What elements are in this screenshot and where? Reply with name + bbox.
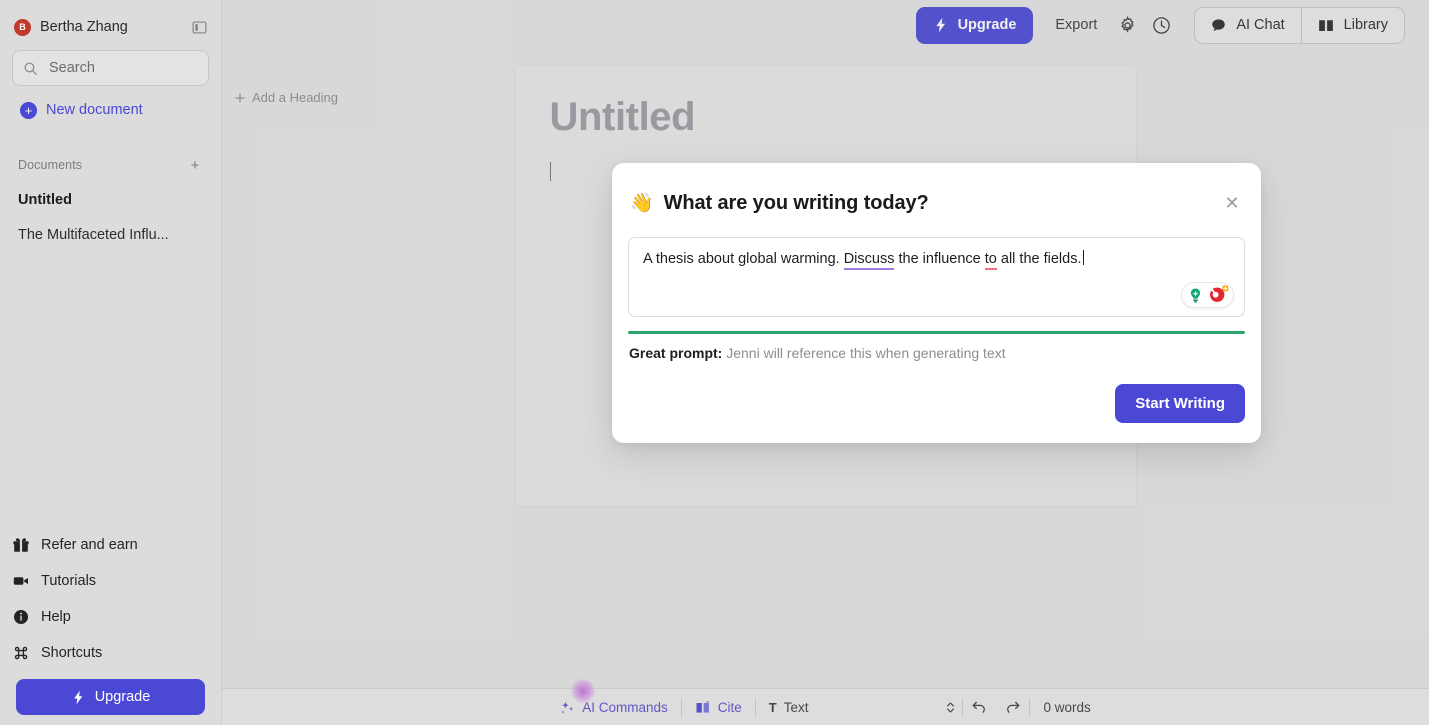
prompt-segment-plain-2: the influence (894, 251, 985, 267)
list-item[interactable]: The Multifaceted Influ... (8, 217, 213, 252)
plus-circle-icon: + (20, 101, 37, 119)
search-icon (23, 61, 40, 76)
writing-prompt-modal: 👋 What are you writing today? ✕ A thesis… (612, 163, 1261, 443)
waving-hand-icon: 👋 (630, 193, 654, 214)
prompt-grammar-suggestion[interactable]: Discuss (843, 251, 895, 270)
sidebar-item-help[interactable]: Help (4, 599, 217, 635)
sidebar-item-tutorials[interactable]: Tutorials (4, 563, 217, 599)
new-document-label: New document (46, 102, 143, 118)
documents-section-header: Documents + (18, 154, 203, 176)
prompt-spelling-suggestion[interactable]: to (984, 251, 997, 270)
video-camera-icon (12, 573, 30, 589)
modal-title: What are you writing today? (663, 191, 929, 214)
grammar-assistant-badges[interactable] (1181, 282, 1234, 308)
sidebar-user-row[interactable]: B Bertha Zhang (8, 10, 213, 44)
sidebar-item-shortcuts[interactable]: Shortcuts (4, 635, 217, 671)
text-caret (1082, 250, 1084, 265)
sidebar-bottom: Refer and earn Tutorials Help Shortcuts … (0, 527, 221, 725)
sidebar-item-label: Shortcuts (41, 645, 103, 661)
gift-icon (12, 537, 30, 553)
app-root: B Bertha Zhang + N (0, 0, 1429, 725)
search-input[interactable] (49, 60, 198, 76)
info-circle-icon (12, 609, 30, 625)
sidebar-item-label: Tutorials (41, 573, 97, 589)
sidebar-item-label: Refer and earn (41, 537, 138, 553)
sidebar-upgrade-label: Upgrade (94, 689, 151, 705)
add-document-icon[interactable]: + (187, 157, 203, 173)
modal-actions: Start Writing (628, 384, 1245, 423)
prompt-quality-progress-fill (628, 331, 1245, 334)
prompt-segment-plain-3: all the fields. (996, 251, 1082, 267)
grammarly-lightbulb-icon[interactable] (1185, 284, 1206, 306)
main-area: Upgrade Export AI Chat Library Add a Hea… (222, 0, 1429, 725)
search-box[interactable] (12, 50, 209, 86)
prompt-input-wrapper[interactable]: A thesis about global warming. Discuss t… (628, 237, 1245, 317)
list-item[interactable]: Untitled (8, 182, 213, 217)
prompt-hint-label: Great prompt: (629, 345, 723, 361)
documents-section-title: Documents (18, 158, 83, 172)
lightning-bolt-icon (71, 690, 86, 705)
user-name: Bertha Zhang (40, 19, 128, 35)
prompt-hint: Great prompt: Jenni will reference this … (628, 345, 1245, 361)
prompt-input[interactable]: A thesis about global warming. Discuss t… (643, 249, 1230, 270)
prompt-segment-plain-1: A thesis about global warming. (643, 251, 844, 267)
sidebar: B Bertha Zhang + N (0, 0, 222, 725)
avatar: B (14, 18, 31, 36)
sidebar-item-refer-and-earn[interactable]: Refer and earn (4, 527, 217, 563)
document-list: Untitled The Multifaceted Influ... (8, 182, 213, 252)
modal-title-row: 👋 What are you writing today? (630, 191, 1221, 215)
sidebar-upgrade-button[interactable]: Upgrade (16, 679, 205, 715)
modal-header: 👋 What are you writing today? ✕ (628, 185, 1245, 215)
close-icon[interactable]: ✕ (1221, 192, 1243, 214)
new-document-button[interactable]: + New document (12, 92, 209, 128)
sidebar-item-label: Help (41, 609, 71, 625)
sidebar-top: B Bertha Zhang + N (0, 0, 221, 252)
prompt-quality-progress (628, 331, 1245, 334)
sidebar-toggle-icon[interactable] (189, 17, 209, 37)
grammarly-premium-icon[interactable] (1207, 285, 1230, 306)
prompt-hint-text: Jenni will reference this when generatin… (722, 345, 1006, 361)
command-key-icon (12, 645, 30, 661)
start-writing-button[interactable]: Start Writing (1115, 384, 1245, 423)
